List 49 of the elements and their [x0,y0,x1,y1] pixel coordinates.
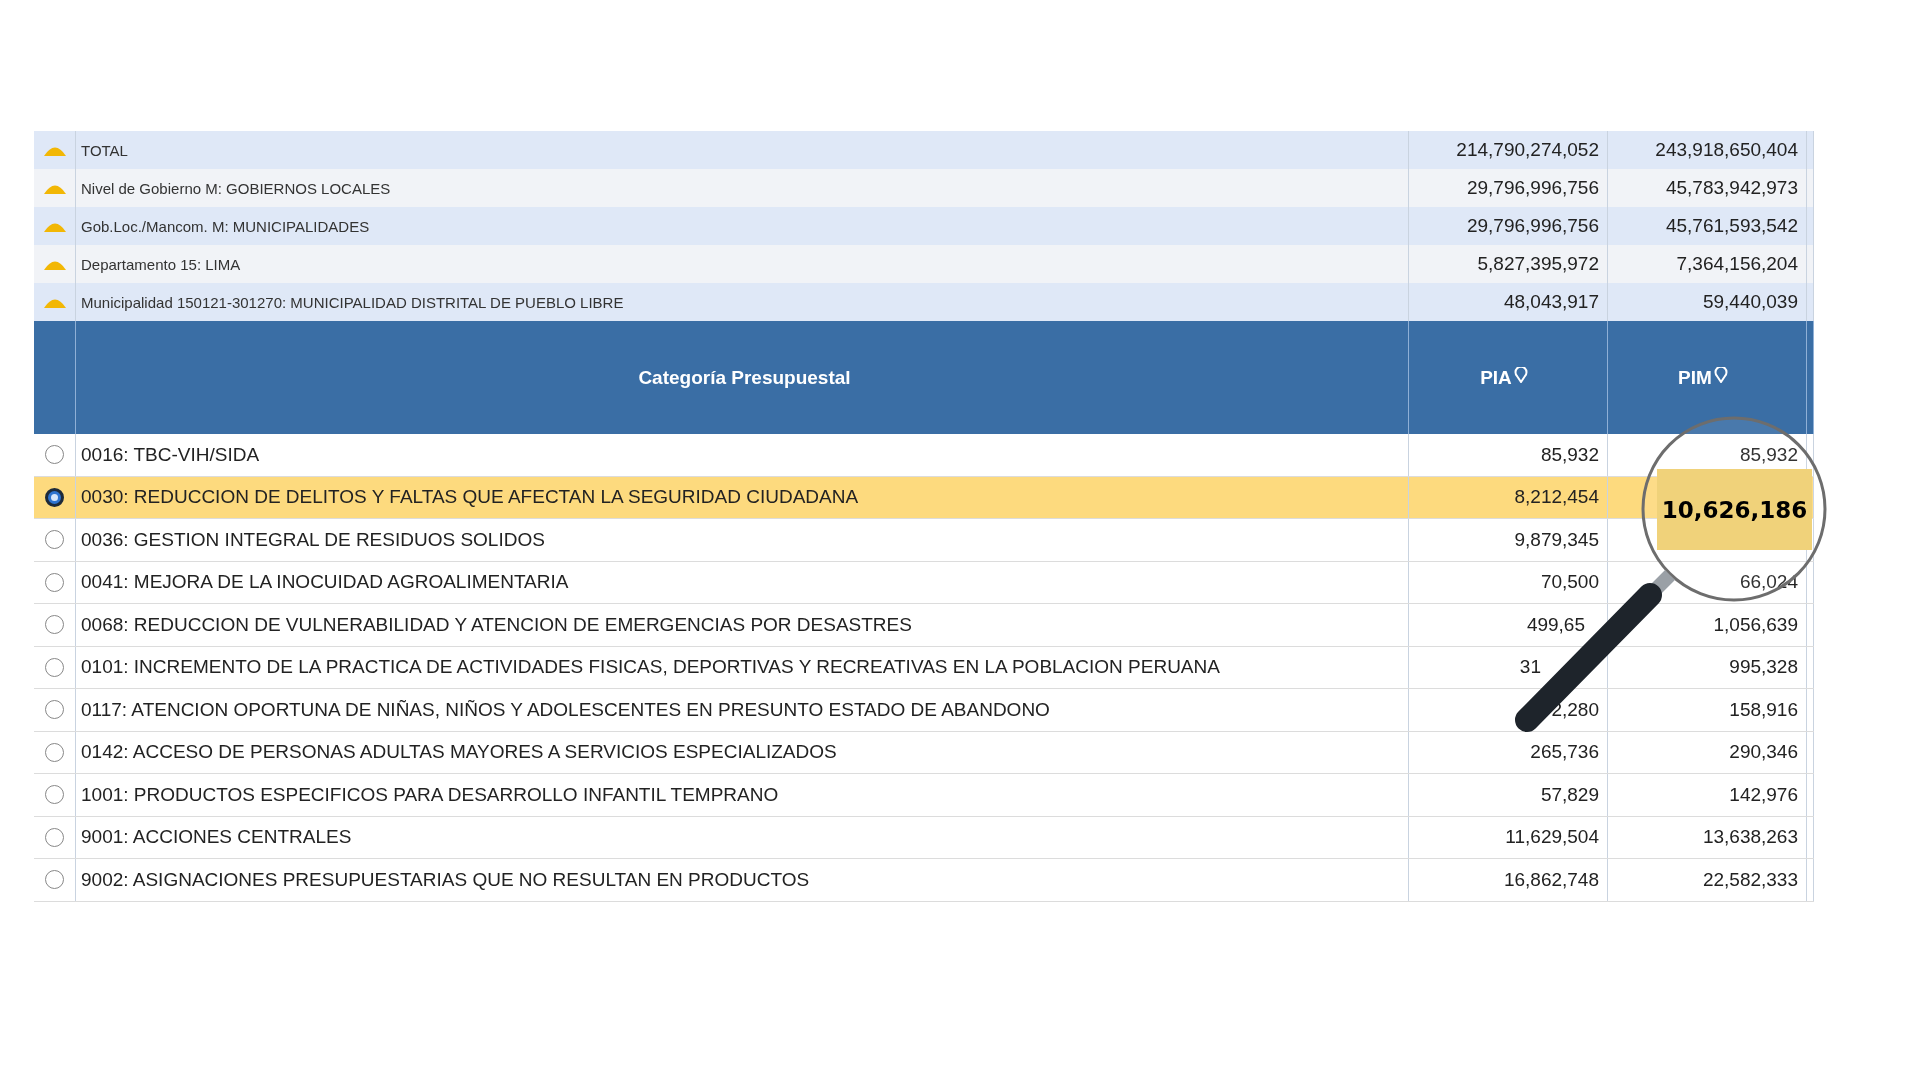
level-label: Municipalidad 150121-301270: MUNICIPALIDAD DISTRITAL DE PUEBLO LIBRE [81,293,624,311]
category-label: 0101: INCREMENTO DE LA PRACTICA DE ACTIVIDADES FISICAS, DEPORTIVAS Y RECREATIVAS EN LA POBLACION PERUANA [81,656,1220,679]
pim-amount: 243,918,650,404 [1655,139,1798,161]
magnified-value: 10,626,186 [1657,469,1812,550]
pim-amount: 59,440,039 [1702,291,1798,313]
pim-amount: 290,346 [1729,741,1798,764]
pia-amount: 29,796,996,756 [1466,177,1599,199]
pia-amount: 8,212,454 [1514,486,1599,509]
level-label: Gob.Loc./Mancom. M: MUNICIPALIDADES [81,217,370,235]
pia-amount: 214,790,274,052 [1456,139,1599,161]
category-label: 0068: REDUCCION DE VULNERABILIDAD Y ATENCION DE EMERGENCIAS POR DESASTRES [81,613,912,636]
pim-amount: 85,932 [1739,443,1798,466]
pim-amount: 142,976 [1729,783,1798,806]
pia-amount: 48,043,917 [1503,291,1599,313]
pia-amount: 85,932 [1540,443,1599,466]
category-label: 0030: REDUCCION DE DELITOS Y FALTAS QUE AFECTAN LA SEGURIDAD CIUDADANA [81,486,859,509]
category-label: 9002: ASIGNACIONES PRESUPUESTARIAS QUE NO RESULTAN EN PRODUCTOS [81,868,810,891]
pia-amount: 70,500 [1540,571,1599,594]
level-label: TOTAL [81,141,128,159]
pim-amount: 1,056,639 [1713,613,1798,636]
pia-amount: 5,827,395,972 [1477,253,1599,275]
category-label: 0016: TBC-VIH/SIDA [81,443,260,466]
pia-amount: 499,65 [1526,613,1585,636]
pim-amount: 995,328 [1729,656,1798,679]
pim-amount: 45,761,593,542 [1665,215,1798,237]
category-label: 0142: ACCESO DE PERSONAS ADULTAS MAYORES A SERVICIOS ESPECIALIZADOS [81,741,837,764]
pim-amount: 158,916 [1729,698,1798,721]
level-label: Nivel de Gobierno M: GOBIERNOS LOCALES [81,179,391,197]
pim-amount: 7,364,156,204 [1676,253,1798,275]
pia-amount: 11,629,504 [1505,826,1599,849]
category-label: 0036: GESTION INTEGRAL DE RESIDUOS SOLIDOS [81,528,545,551]
pia-amount: 31 [1519,656,1541,679]
level-label: Departamento 15: LIMA [81,255,241,273]
column-header[interactable]: PIA [1480,366,1512,389]
pim-amount: 45,783,942,973 [1665,177,1798,199]
pim-amount: 13,638,263 [1702,826,1798,849]
pia-amount: 57,829 [1540,783,1599,806]
pia-amount: 2,280 [1551,698,1599,721]
column-header[interactable]: PIM [1678,366,1712,389]
category-label: 9001: ACCIONES CENTRALES [81,826,352,849]
pia-amount: 16,862,748 [1503,868,1599,891]
pim-amount: 22,582,333 [1702,868,1798,891]
category-label: 1001: PRODUCTOS ESPECIFICOS PARA DESARROLLO INFANTIL TEMPRANO [81,783,779,806]
pia-amount: 29,796,996,756 [1466,215,1599,237]
pia-amount: 265,736 [1530,741,1599,764]
pia-amount: 9,879,345 [1514,528,1599,551]
category-label: 0117: ATENCION OPORTUNA DE NIÑAS, NIÑOS Y ADOLESCENTES EN PRESUNTO ESTADO DE ABANDONO [81,698,1050,721]
category-label: 0041: MEJORA DE LA INOCUIDAD AGROALIMENTARIA [81,571,569,594]
column-header[interactable]: Categoría Presupuestal [638,366,851,389]
